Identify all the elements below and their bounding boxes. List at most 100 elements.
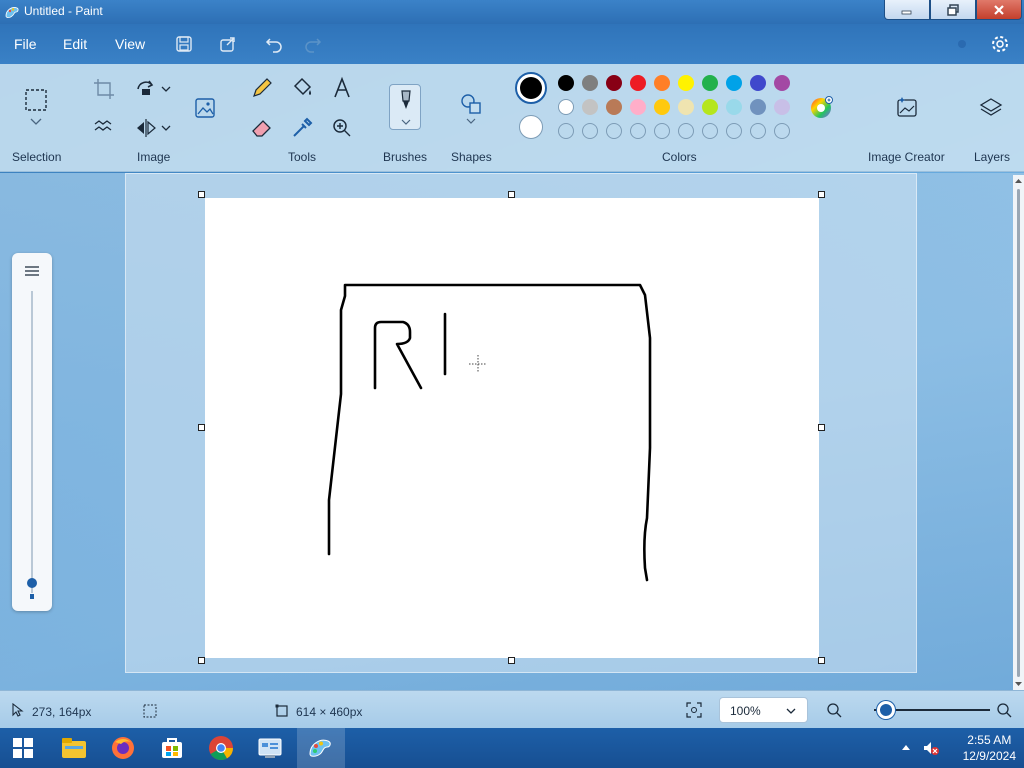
chevron-down-icon[interactable] bbox=[463, 116, 479, 128]
menu-edit[interactable]: Edit bbox=[63, 36, 87, 52]
color-swatch[interactable] bbox=[726, 99, 742, 115]
color-swatch[interactable] bbox=[630, 99, 646, 115]
chevron-down-icon[interactable] bbox=[158, 116, 174, 140]
window-title: Untitled - Paint bbox=[24, 4, 103, 18]
windows-start-icon[interactable] bbox=[12, 737, 34, 759]
chrome-icon[interactable] bbox=[207, 734, 235, 762]
rotate-icon[interactable] bbox=[134, 77, 158, 101]
fill-bucket-icon[interactable] bbox=[290, 76, 314, 100]
color-swatch[interactable] bbox=[582, 75, 598, 91]
close-button[interactable] bbox=[976, 0, 1022, 20]
color-swatch[interactable] bbox=[558, 99, 574, 115]
color-swatch[interactable] bbox=[606, 75, 622, 91]
resize-handle-bottom[interactable] bbox=[508, 657, 515, 664]
resize-handle-bottom-left[interactable] bbox=[198, 657, 205, 664]
text-icon[interactable] bbox=[330, 76, 354, 100]
chevron-down-icon bbox=[401, 119, 411, 125]
share-icon[interactable] bbox=[218, 34, 238, 54]
scroll-up-icon[interactable] bbox=[1014, 177, 1023, 185]
magnifier-icon[interactable] bbox=[330, 116, 354, 140]
color-2-selector[interactable] bbox=[519, 115, 543, 139]
rectangle-select-icon[interactable] bbox=[24, 88, 48, 112]
resize-handle-top-left[interactable] bbox=[198, 191, 205, 198]
color-swatch[interactable] bbox=[654, 99, 670, 115]
maximize-button[interactable] bbox=[930, 0, 976, 20]
zoom-out-icon[interactable] bbox=[826, 702, 842, 718]
custom-color-slot[interactable] bbox=[558, 123, 574, 139]
resize-handle-bottom-right[interactable] bbox=[818, 657, 825, 664]
color-swatch[interactable] bbox=[726, 75, 742, 91]
color-swatch[interactable] bbox=[678, 75, 694, 91]
color-swatch[interactable] bbox=[630, 75, 646, 91]
scroll-thumb[interactable] bbox=[1017, 189, 1020, 677]
account-icon[interactable] bbox=[955, 37, 969, 51]
resize-handle-top-right[interactable] bbox=[818, 191, 825, 198]
drawing-canvas[interactable] bbox=[205, 198, 819, 658]
custom-color-slot[interactable] bbox=[750, 123, 766, 139]
custom-color-slot[interactable] bbox=[606, 123, 622, 139]
volume-muted-icon[interactable] bbox=[922, 739, 940, 757]
shapes-icon[interactable] bbox=[459, 92, 483, 116]
redo-icon[interactable] bbox=[303, 34, 323, 54]
vertical-scrollbar[interactable] bbox=[1013, 175, 1024, 690]
layers-icon[interactable] bbox=[979, 96, 1003, 120]
zoom-slider-thumb[interactable] bbox=[876, 701, 895, 719]
save-icon[interactable] bbox=[174, 34, 194, 54]
color-swatch[interactable] bbox=[774, 75, 790, 91]
chevron-down-icon[interactable] bbox=[28, 116, 44, 128]
resize-handle-left[interactable] bbox=[198, 424, 205, 431]
custom-color-slot[interactable] bbox=[702, 123, 718, 139]
color-swatch[interactable] bbox=[750, 75, 766, 91]
control-panel-icon[interactable] bbox=[256, 734, 284, 762]
crop-icon[interactable] bbox=[92, 77, 116, 101]
menu-file[interactable]: File bbox=[14, 36, 37, 52]
system-clock[interactable]: 2:55 AM 12/9/2024 bbox=[963, 732, 1016, 764]
title-bar: Untitled - Paint bbox=[0, 0, 1024, 24]
custom-color-slot[interactable] bbox=[582, 123, 598, 139]
paint-taskbar-icon[interactable] bbox=[306, 734, 334, 762]
custom-color-slot[interactable] bbox=[774, 123, 790, 139]
color-swatch[interactable] bbox=[774, 99, 790, 115]
minimize-button[interactable] bbox=[884, 0, 930, 20]
flip-icon[interactable] bbox=[134, 116, 158, 140]
brush-size-track[interactable] bbox=[31, 291, 33, 593]
eraser-icon[interactable] bbox=[250, 116, 274, 140]
firefox-icon[interactable] bbox=[109, 734, 137, 762]
color-swatch[interactable] bbox=[582, 99, 598, 115]
paint-app-icon bbox=[5, 7, 19, 18]
custom-color-slot[interactable] bbox=[678, 123, 694, 139]
show-hidden-icons-icon[interactable] bbox=[901, 743, 911, 751]
color-picker-icon[interactable] bbox=[290, 116, 314, 140]
brush-size-thumb[interactable] bbox=[27, 578, 37, 588]
color-swatch[interactable] bbox=[750, 99, 766, 115]
undo-icon[interactable] bbox=[264, 34, 284, 54]
custom-color-slot[interactable] bbox=[630, 123, 646, 139]
resize-handle-top[interactable] bbox=[508, 191, 515, 198]
file-explorer-icon[interactable] bbox=[60, 734, 88, 762]
zoom-dropdown[interactable]: 100% bbox=[719, 697, 808, 723]
resize-icon[interactable] bbox=[92, 116, 116, 140]
color-swatch[interactable] bbox=[654, 75, 670, 91]
color-1-selector[interactable] bbox=[515, 72, 547, 104]
color-swatch[interactable] bbox=[678, 99, 694, 115]
pencil-icon[interactable] bbox=[250, 76, 274, 100]
custom-color-slot[interactable] bbox=[654, 123, 670, 139]
group-label-tools: Tools bbox=[288, 150, 317, 164]
custom-color-slot[interactable] bbox=[726, 123, 742, 139]
image-creator-icon[interactable] bbox=[895, 96, 919, 120]
color-swatch[interactable] bbox=[702, 99, 718, 115]
image-properties-icon[interactable] bbox=[193, 96, 217, 120]
resize-handle-right[interactable] bbox=[818, 424, 825, 431]
scroll-down-icon[interactable] bbox=[1014, 680, 1023, 688]
microsoft-store-icon[interactable] bbox=[158, 734, 186, 762]
edit-colors-icon[interactable] bbox=[809, 96, 833, 120]
chevron-down-icon[interactable] bbox=[158, 77, 174, 101]
color-swatch[interactable] bbox=[702, 75, 718, 91]
menu-view[interactable]: View bbox=[115, 36, 145, 52]
settings-gear-icon[interactable] bbox=[990, 34, 1010, 54]
brushes-button[interactable] bbox=[389, 84, 421, 130]
zoom-in-icon[interactable] bbox=[996, 702, 1012, 718]
color-swatch[interactable] bbox=[606, 99, 622, 115]
color-swatch[interactable] bbox=[558, 75, 574, 91]
fit-to-window-icon[interactable] bbox=[686, 702, 702, 718]
